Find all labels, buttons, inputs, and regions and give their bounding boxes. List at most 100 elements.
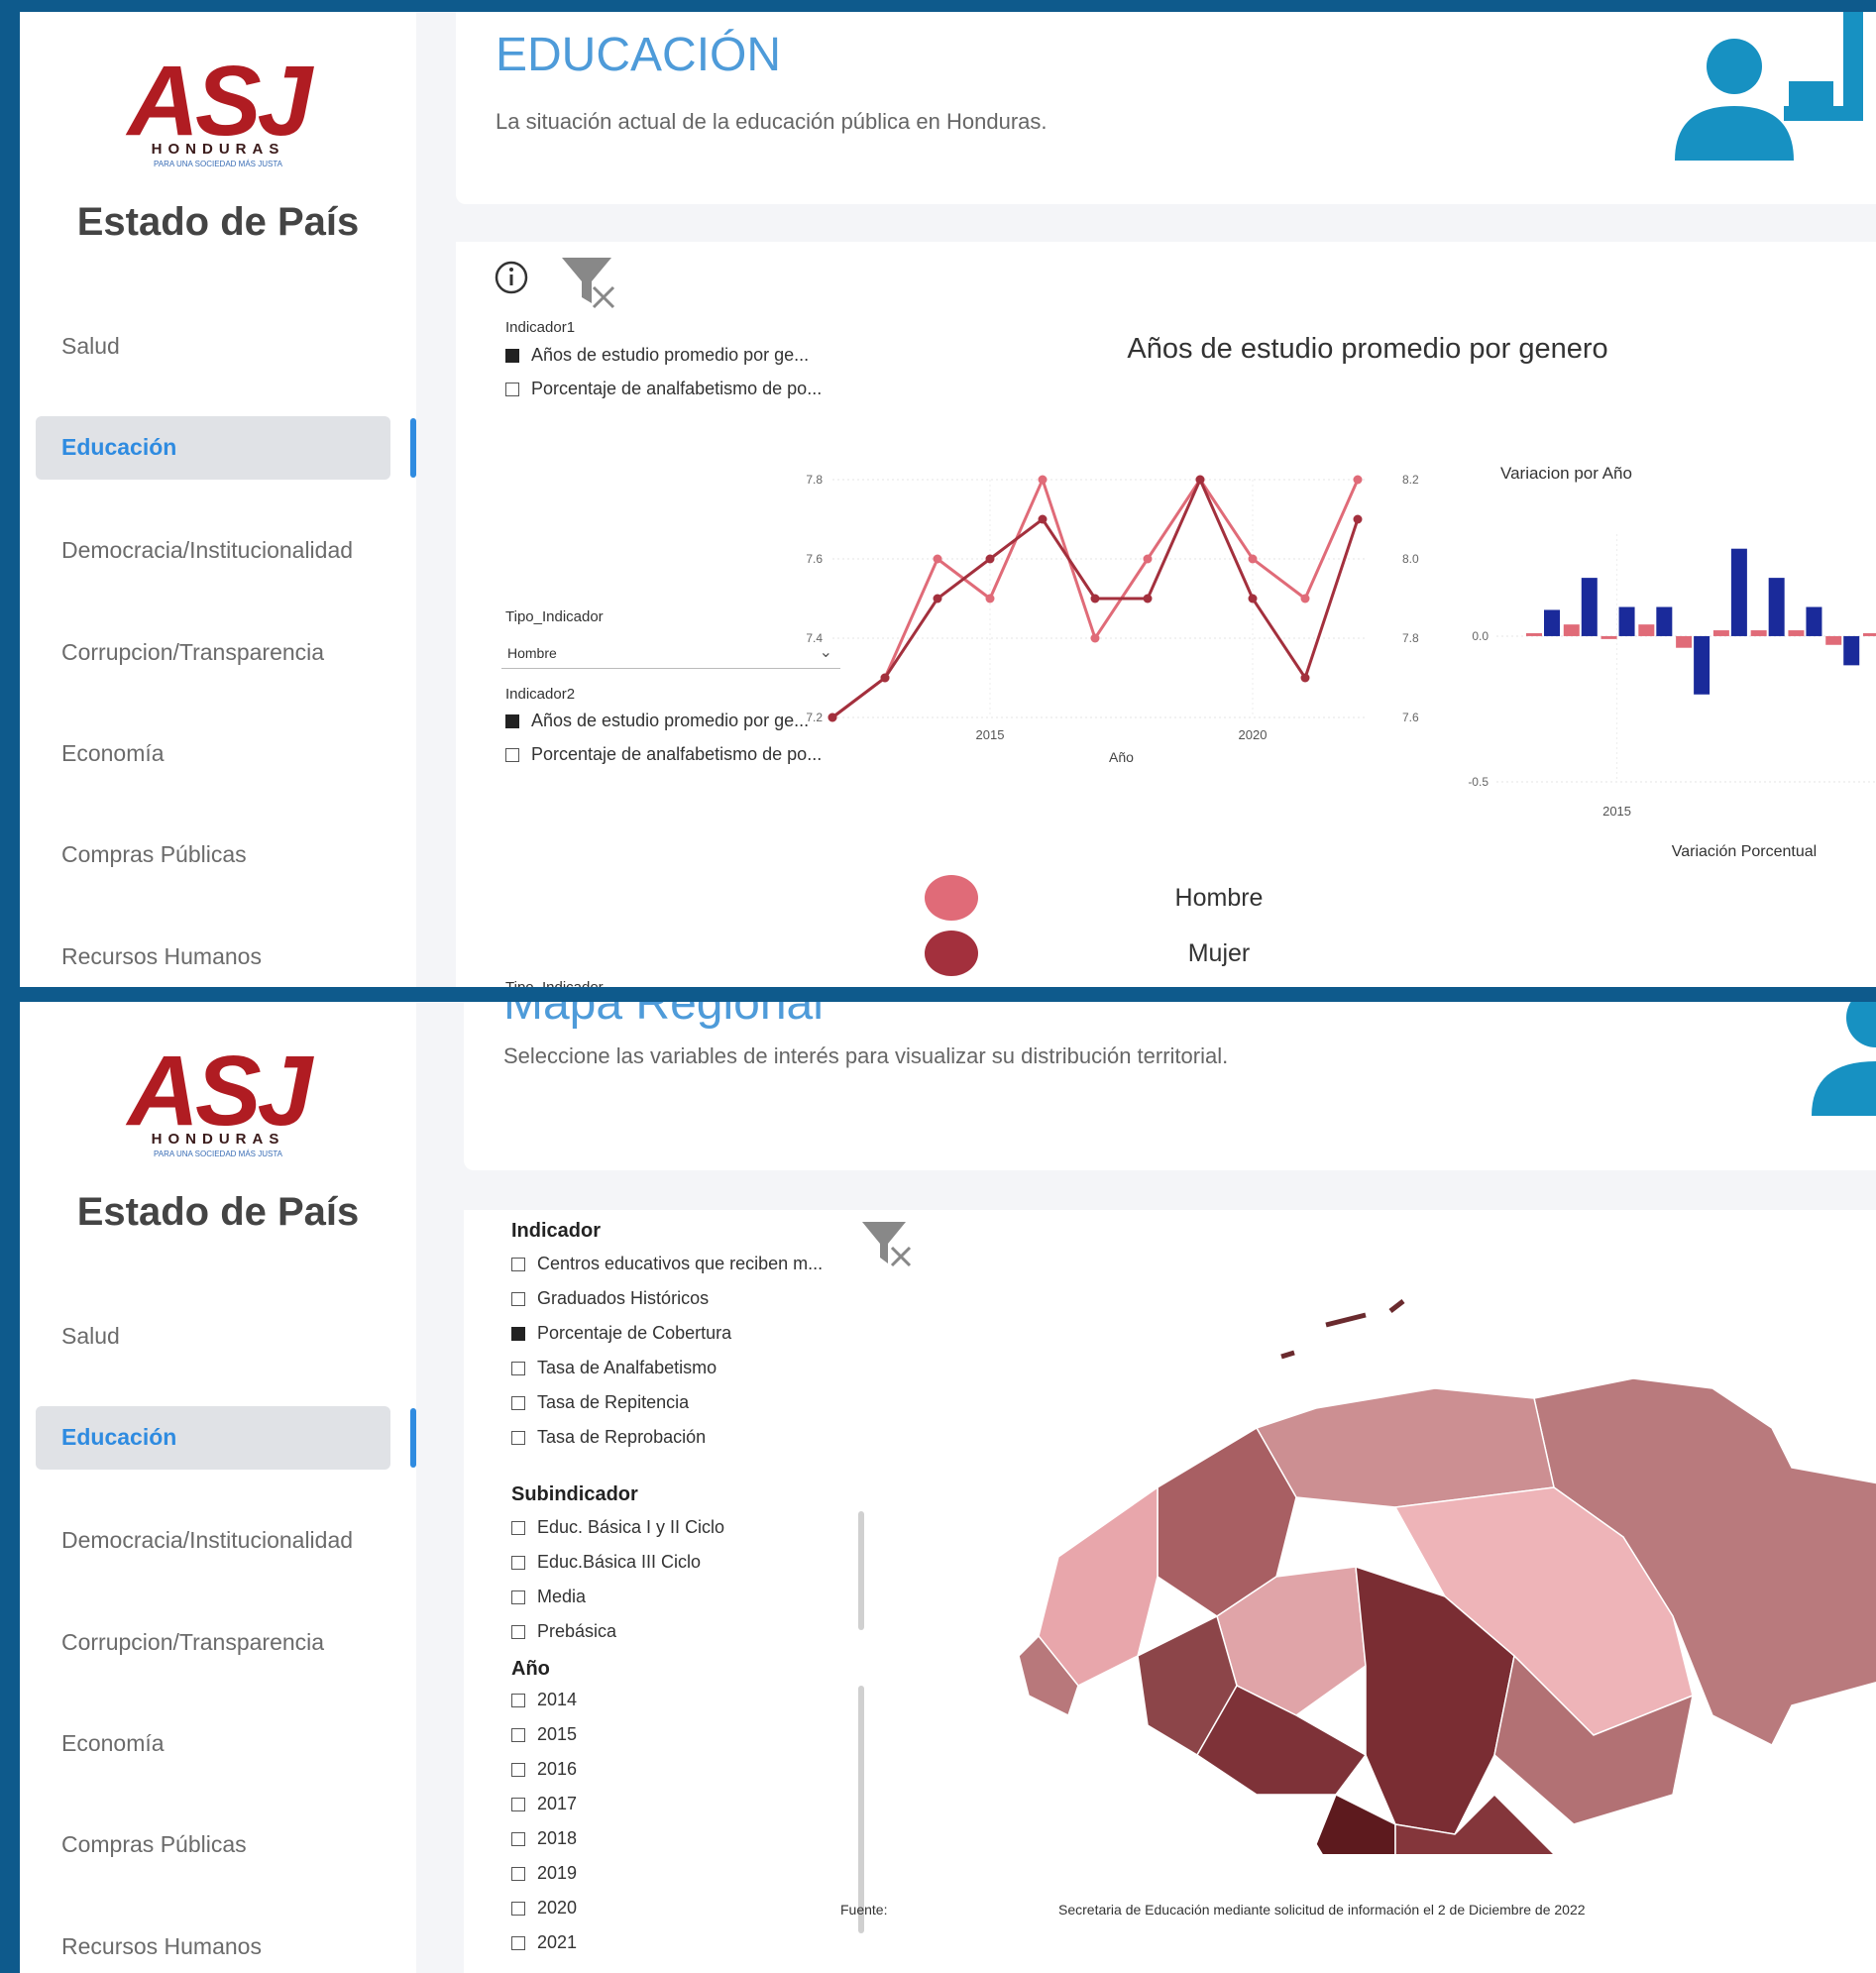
checkbox[interactable]: [505, 747, 519, 762]
sidebar-item-recursos[interactable]: Recursos Humanos: [61, 943, 262, 970]
indicador-option-1[interactable]: Centros educativos que reciben m...: [511, 1254, 823, 1274]
checkbox[interactable]: [511, 1901, 525, 1916]
anio-option-2014[interactable]: 2014: [511, 1690, 577, 1710]
asj-logo: ASJ HONDURAS PARA UNA SOCIEDAD MÁS JUSTA: [127, 1036, 313, 1158]
checkbox[interactable]: [511, 1831, 525, 1846]
subindicador-option-1[interactable]: Educ. Básica I y II Ciclo: [511, 1517, 724, 1538]
checkbox[interactable]: [511, 1430, 525, 1445]
clear-filter-icon[interactable]: [560, 254, 619, 313]
sidebar-title: Estado de País: [76, 200, 360, 244]
sidebar-item-corrupcion[interactable]: Corrupcion/Transparencia: [61, 1629, 324, 1656]
y-tick-left: 7.2: [806, 711, 823, 724]
chart-title: Años de estudio promedio por genero: [1127, 333, 1608, 365]
legend-label-hombre: Hombre: [1174, 884, 1264, 912]
checkbox[interactable]: [511, 1520, 525, 1535]
data-point-hombre: [1300, 594, 1310, 603]
info-icon[interactable]: [494, 260, 533, 299]
x-tick: 2020: [1239, 727, 1268, 742]
map-card: Indicador Centros educativos que reciben…: [464, 1210, 1876, 1973]
honduras-map[interactable]: [979, 1240, 1876, 1854]
anio-option-2015[interactable]: 2015: [511, 1724, 577, 1745]
sidebar-item-corrupcion[interactable]: Corrupcion/Transparencia: [61, 639, 324, 666]
checkbox[interactable]: [511, 1257, 525, 1271]
checkbox[interactable]: [511, 1693, 525, 1707]
bar-hombre: [1526, 633, 1542, 636]
data-point-hombre: [1038, 475, 1048, 485]
subindicador-option-2[interactable]: Educ.Básica III Ciclo: [511, 1552, 701, 1573]
indicador2-option-1[interactable]: Años de estudio promedio por ge...: [505, 711, 809, 731]
sidebar-item-salud[interactable]: Salud: [61, 1323, 120, 1350]
tipo-indicador-dropdown[interactable]: Hombre ⌄: [501, 638, 840, 669]
bar-chart: Variacion por Año -0.5 0.0 2015 Variación Po…: [1468, 464, 1876, 860]
y-tick-right: 8.0: [1402, 552, 1419, 566]
anio-option-2017[interactable]: 2017: [511, 1794, 577, 1814]
checkbox[interactable]: [511, 1797, 525, 1811]
sidebar-item-educacion[interactable]: Educación: [36, 416, 390, 480]
data-point-mujer: [1090, 594, 1100, 603]
checkbox-checked[interactable]: [505, 348, 519, 363]
map-region-north: [1255, 1387, 1555, 1508]
clear-filter-icon[interactable]: [860, 1218, 920, 1277]
indicador-option-2[interactable]: Graduados Históricos: [511, 1288, 709, 1309]
checkbox[interactable]: [511, 1395, 525, 1410]
person-computer-icon: [1675, 12, 1863, 161]
sidebar: ASJ HONDURAS PARA UNA SOCIEDAD MÁS JUSTA…: [20, 12, 416, 987]
checkbox[interactable]: [505, 382, 519, 396]
sidebar-item-salud[interactable]: Salud: [61, 333, 120, 360]
checkbox[interactable]: [511, 1361, 525, 1375]
checkbox[interactable]: [511, 1935, 525, 1950]
checkbox[interactable]: [511, 1762, 525, 1777]
indicador2-label: Indicador2: [505, 686, 576, 703]
bar-hombre: [1563, 624, 1580, 636]
checkbox[interactable]: [511, 1624, 525, 1639]
checkbox[interactable]: [511, 1589, 525, 1604]
anio-option-2016[interactable]: 2016: [511, 1759, 577, 1780]
bar-mujer: [1806, 606, 1822, 636]
subindicador-option-3[interactable]: Media: [511, 1587, 586, 1607]
indicador-option-5[interactable]: Tasa de Repitencia: [511, 1392, 689, 1413]
anio-option-2021[interactable]: 2021: [511, 1932, 577, 1953]
sidebar-item-economia[interactable]: Economía: [61, 740, 165, 767]
checkbox-checked[interactable]: [511, 1326, 525, 1341]
data-point-mujer: [1248, 594, 1258, 603]
checkbox[interactable]: [511, 1866, 525, 1881]
bar-mujer: [1656, 606, 1673, 636]
y-tick: 0.0: [1472, 629, 1489, 643]
bar-mujer: [1544, 609, 1560, 636]
sidebar-item-recursos[interactable]: Recursos Humanos: [61, 1933, 262, 1960]
anio-option-2019[interactable]: 2019: [511, 1863, 577, 1884]
sidebar-item-compras[interactable]: Compras Públicas: [61, 1831, 247, 1858]
indicador-label: Indicador: [511, 1220, 602, 1242]
page-header: EDUCACIÓN La situación actual de la educ…: [456, 12, 1876, 204]
sidebar-item-educacion[interactable]: Educación: [36, 1406, 390, 1470]
anio-option-2018[interactable]: 2018: [511, 1828, 577, 1849]
sidebar-item-economia[interactable]: Economía: [61, 1730, 165, 1757]
anio-option-2020[interactable]: 2020: [511, 1898, 577, 1918]
data-point-mujer: [828, 712, 837, 722]
anio-scrollbar[interactable]: [858, 1686, 864, 1933]
data-point-mujer: [1195, 475, 1205, 485]
bar-hombre: [1638, 624, 1655, 636]
asj-logo: ASJ HONDURAS PARA UNA SOCIEDAD MÁS JUSTA: [127, 46, 313, 168]
sidebar-item-compras[interactable]: Compras Públicas: [61, 841, 247, 868]
bar-mujer: [1768, 578, 1785, 636]
subindicador-option-4[interactable]: Prebásica: [511, 1621, 616, 1642]
indicador-option-6[interactable]: Tasa de Reprobación: [511, 1427, 706, 1448]
sidebar-item-democracia[interactable]: Democracia/Institucionalidad: [61, 537, 353, 564]
subindicador-scrollbar[interactable]: [858, 1511, 864, 1630]
sidebar-item-democracia[interactable]: Democracia/Institucionalidad: [61, 1527, 353, 1554]
y-tick-right: 7.6: [1402, 711, 1419, 724]
checkbox[interactable]: [511, 1291, 525, 1306]
indicador-option-3[interactable]: Porcentaje de Cobertura: [511, 1323, 731, 1344]
bar-hombre: [1600, 635, 1617, 639]
checkbox[interactable]: [511, 1555, 525, 1570]
checkbox-checked[interactable]: [505, 713, 519, 728]
y-tick-left: 7.6: [806, 552, 823, 566]
indicador1-option-2[interactable]: Porcentaje de analfabetismo de po...: [505, 379, 822, 399]
indicador1-option-1[interactable]: Años de estudio promedio por ge...: [505, 345, 809, 366]
person-icon: [1812, 1002, 1876, 1116]
x-axis-label: Variación Porcentual: [1672, 843, 1817, 860]
indicador2-option-2[interactable]: Porcentaje de analfabetismo de po...: [505, 744, 822, 765]
indicador-option-4[interactable]: Tasa de Analfabetismo: [511, 1358, 717, 1378]
checkbox[interactable]: [511, 1727, 525, 1742]
